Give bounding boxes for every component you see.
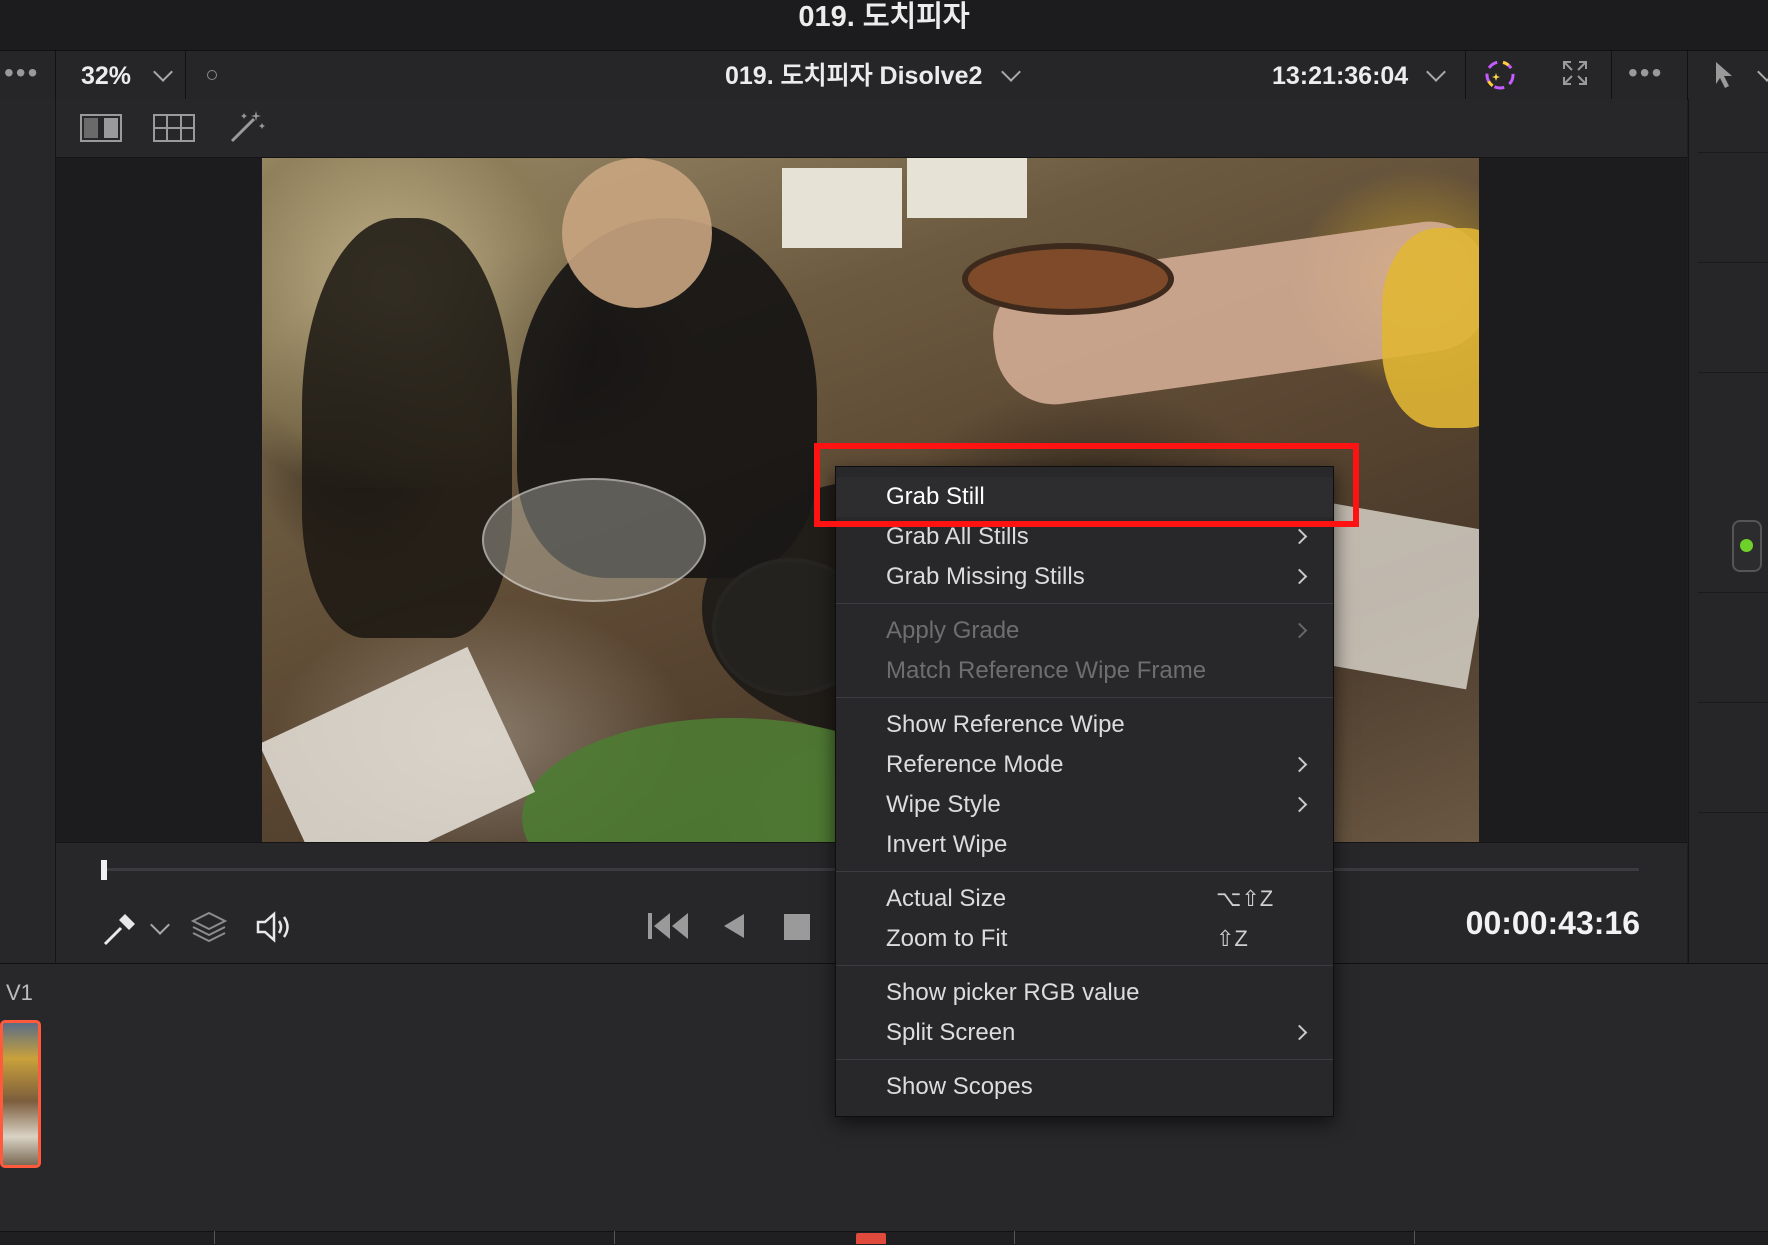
divider <box>1698 262 1768 263</box>
menu-separator <box>836 871 1333 872</box>
menu-item-reference-mode[interactable]: Reference Mode <box>836 745 1333 785</box>
menu-item-label: Show Reference Wipe <box>886 711 1125 738</box>
play-reverse-icon[interactable] <box>722 912 746 940</box>
gallery-icon[interactable] <box>153 114 195 142</box>
playhead[interactable] <box>101 860 107 880</box>
divider <box>1698 812 1768 813</box>
menu-separator <box>836 1059 1333 1060</box>
menu-separator <box>836 603 1333 604</box>
divider <box>1698 702 1768 703</box>
title-bar: 019. 도치피자 <box>0 0 1768 51</box>
clip-thumbnail[interactable] <box>0 1020 41 1168</box>
chevron-right-icon <box>1291 1024 1308 1041</box>
menu-item-zoom-to-fit[interactable]: Zoom to Fit ⇧Z <box>836 919 1333 959</box>
wall-frame <box>907 158 1027 218</box>
menu-item-label: Invert Wipe <box>886 831 1008 858</box>
menu-item-shortcut: ⇧Z <box>1216 926 1248 951</box>
menu-item-actual-size[interactable]: Actual Size ⌥⇧Z <box>836 879 1333 919</box>
chevron-down-icon[interactable] <box>1426 62 1446 82</box>
menu-item-label: Wipe Style <box>886 791 1001 818</box>
viewer-toolbar <box>56 99 1687 158</box>
split-view-icon[interactable] <box>80 114 122 142</box>
viewer-header: ••• 32% 019. 도치피자 Disolve2 13:21:36:04 •… <box>0 51 1768 100</box>
menu-item-label: Actual Size <box>886 885 1007 912</box>
divider <box>1687 51 1688 99</box>
divider <box>1698 592 1768 593</box>
paper-placemat <box>262 646 536 842</box>
ruler-tick <box>614 1231 615 1244</box>
skip-to-start-icon[interactable] <box>646 911 690 941</box>
wall-frame <box>782 168 902 248</box>
divider <box>55 51 56 99</box>
yellow-sleeve <box>1382 228 1479 428</box>
chevron-right-icon <box>1291 756 1308 773</box>
face <box>562 158 712 308</box>
playhead-marker[interactable] <box>856 1233 886 1244</box>
clip-name[interactable]: 019. 도치피자 Disolve2 <box>725 52 982 100</box>
menu-item-label: Reference Mode <box>886 751 1064 778</box>
menu-item-show-reference-wipe[interactable]: Show Reference Wipe <box>836 705 1333 745</box>
menu-item-match-reference-wipe-frame[interactable]: Match Reference Wipe Frame <box>836 651 1333 691</box>
node-handle[interactable] <box>1732 520 1762 572</box>
window-title: 019. 도치피자 <box>798 1 970 33</box>
glass-plate <box>482 478 706 602</box>
menu-item-show-picker-rgb-value[interactable]: Show picker RGB value <box>836 973 1333 1013</box>
menu-item-grab-missing-stills[interactable]: Grab Missing Stills <box>836 557 1333 597</box>
chevron-right-icon <box>1291 796 1308 813</box>
chevron-right-icon <box>1291 528 1308 545</box>
layers-icon[interactable] <box>190 910 228 944</box>
menu-item-label: Split Screen <box>886 1019 1016 1046</box>
status-dot-icon <box>207 70 217 80</box>
track-label: V1 <box>6 980 33 1005</box>
menu-item-label: Show picker RGB value <box>886 979 1140 1006</box>
ruler-tick <box>214 1231 215 1244</box>
menu-item-label: Apply Grade <box>886 617 1020 644</box>
magic-wand-icon[interactable] <box>228 109 268 145</box>
chevron-right-icon <box>1291 622 1308 639</box>
timecode-display: 00:00:43:16 <box>1465 905 1640 941</box>
status-dot <box>1740 539 1753 552</box>
divider <box>185 51 186 99</box>
left-panel <box>0 99 56 963</box>
menu-item-label: Grab Missing Stills <box>886 563 1085 590</box>
menu-item-split-screen[interactable]: Split Screen <box>836 1013 1333 1053</box>
pointer-icon[interactable] <box>1712 60 1738 90</box>
menu-item-show-scopes[interactable]: Show Scopes <box>836 1067 1333 1107</box>
more-dots-icon[interactable]: ••• <box>1628 53 1663 93</box>
menu-separator <box>836 697 1333 698</box>
pizza <box>962 243 1174 315</box>
more-dots-icon[interactable]: ••• <box>4 53 39 93</box>
eyedropper-icon[interactable] <box>101 910 139 946</box>
fullscreen-icon[interactable] <box>1561 59 1589 87</box>
divider <box>1465 51 1466 99</box>
menu-item-label: Match Reference Wipe Frame <box>886 657 1207 684</box>
annotation-highlight-box <box>814 443 1359 527</box>
context-menu: Grab Still Grab All Stills Grab Missing … <box>835 466 1334 1117</box>
menu-item-label: Zoom to Fit <box>886 925 1008 952</box>
menu-item-label: Show Scopes <box>886 1073 1033 1100</box>
speaker-icon[interactable] <box>254 910 294 944</box>
menu-item-wipe-style[interactable]: Wipe Style <box>836 785 1333 825</box>
ruler-tick <box>1414 1231 1415 1244</box>
divider <box>1698 152 1768 153</box>
source-timecode[interactable]: 13:21:36:04 <box>1272 52 1408 100</box>
menu-item-invert-wipe[interactable]: Invert Wipe <box>836 825 1333 865</box>
color-wheel-icon[interactable] <box>1482 57 1518 93</box>
menu-item-shortcut: ⌥⇧Z <box>1216 886 1274 911</box>
stop-icon[interactable] <box>784 914 810 940</box>
chevron-down-icon[interactable] <box>1001 62 1021 82</box>
person-left <box>302 218 512 638</box>
chevron-right-icon <box>1291 568 1308 585</box>
chevron-down-icon[interactable] <box>153 62 173 82</box>
divider <box>1698 372 1768 373</box>
menu-separator <box>836 965 1333 966</box>
divider <box>1611 51 1612 99</box>
menu-item-apply-grade[interactable]: Apply Grade <box>836 611 1333 651</box>
chevron-down-icon[interactable] <box>1757 62 1768 82</box>
zoom-level[interactable]: 32% <box>81 52 131 100</box>
ruler-tick <box>1014 1231 1015 1244</box>
